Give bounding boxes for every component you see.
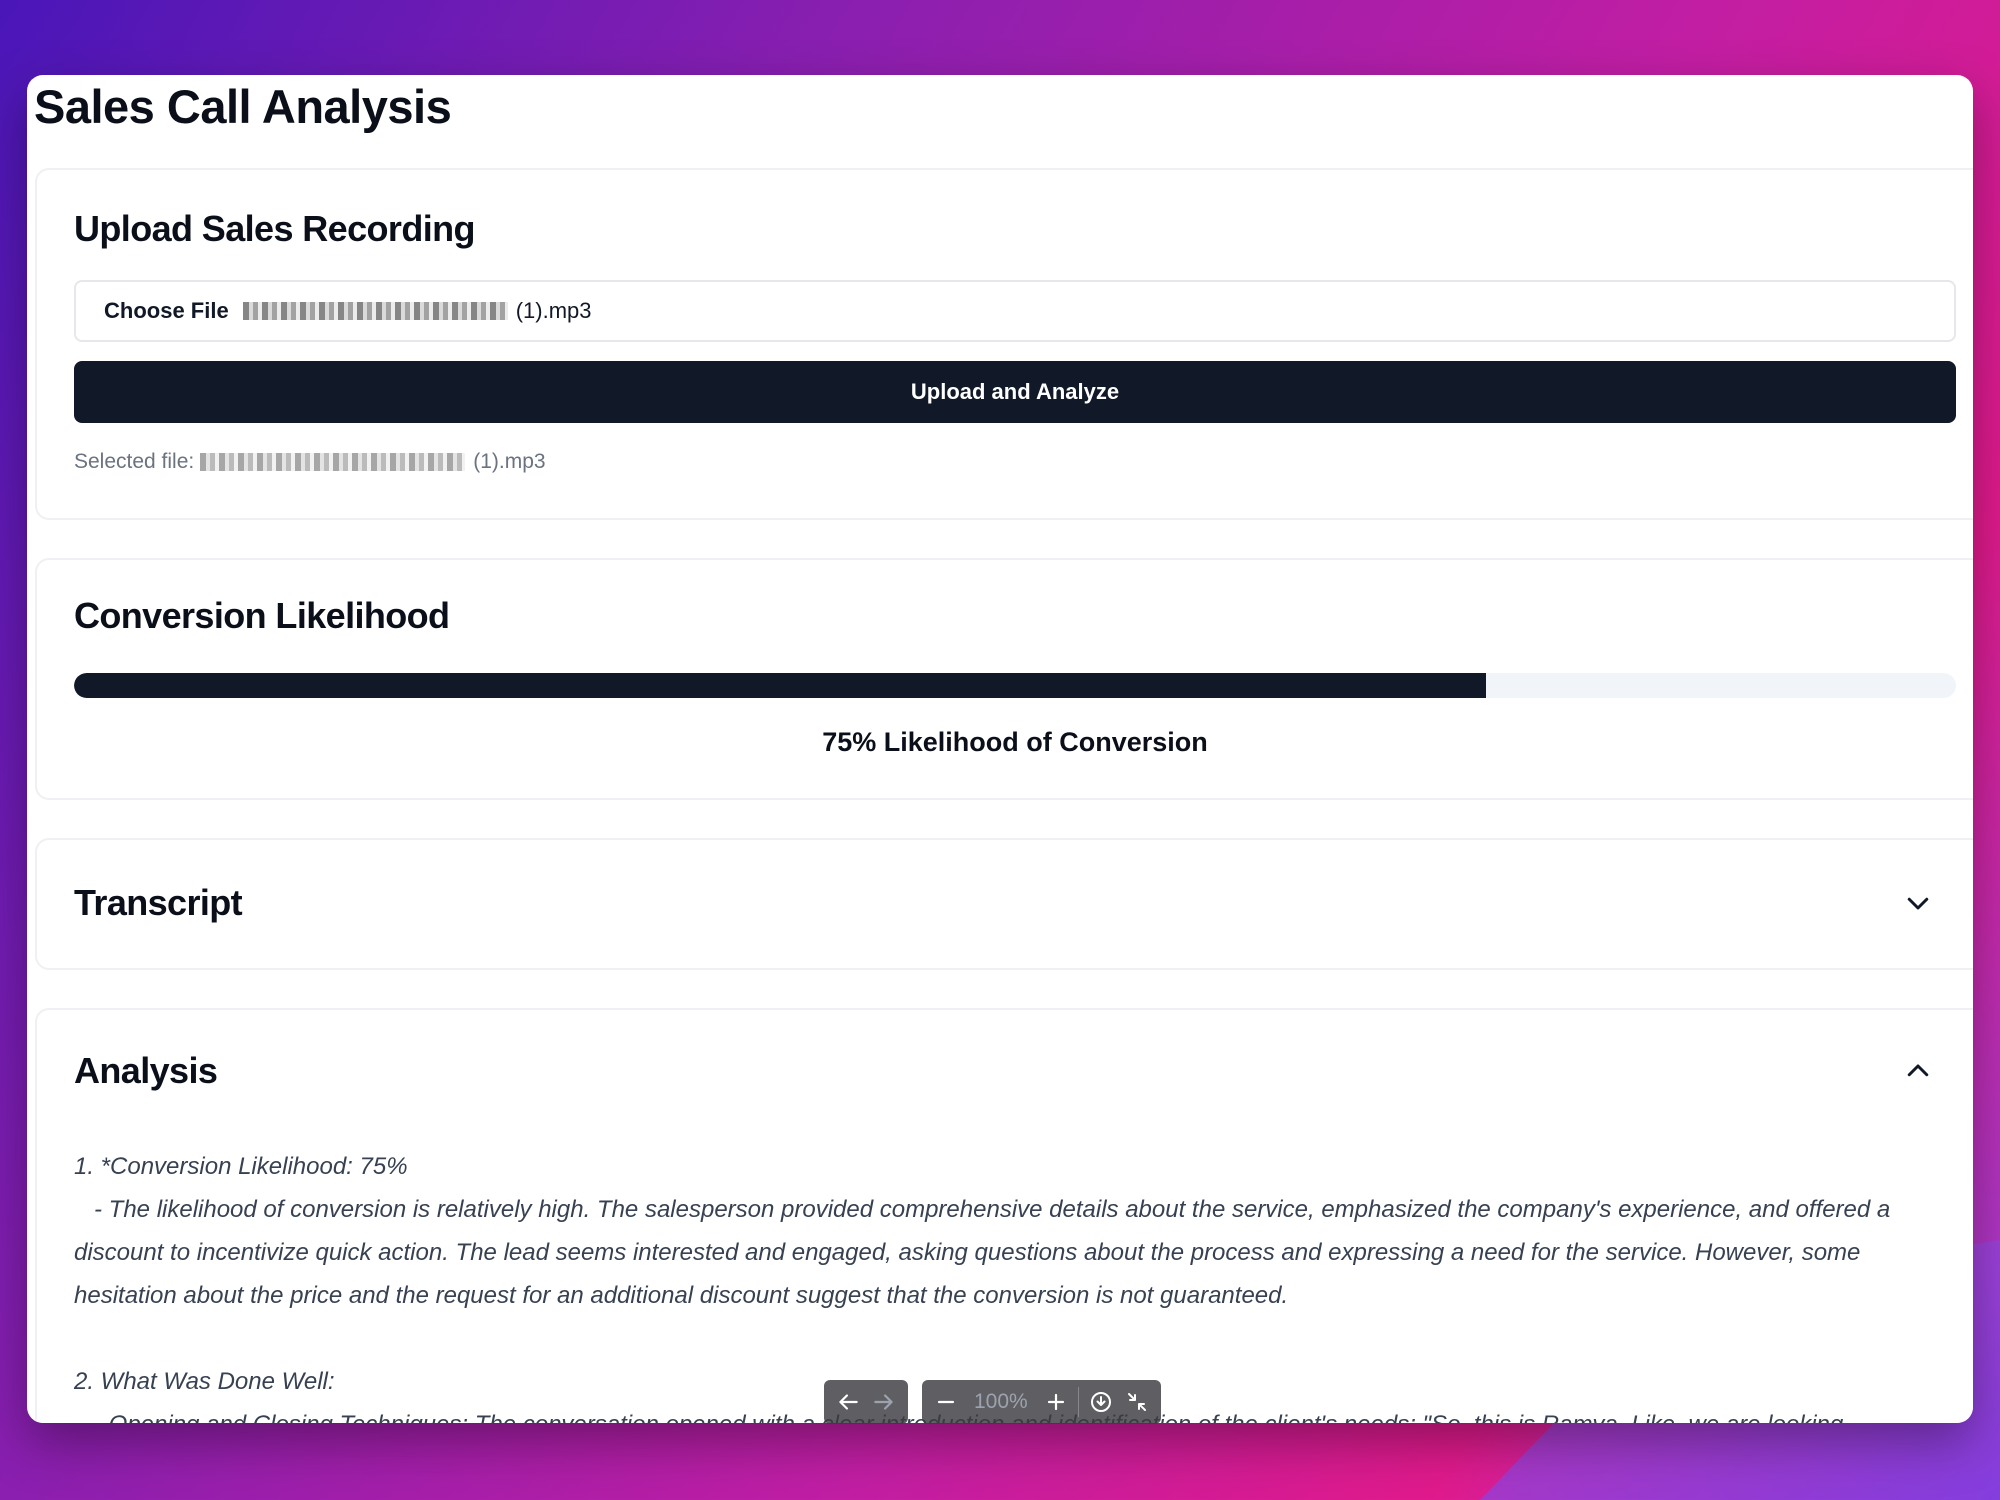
download-icon[interactable] bbox=[1087, 1388, 1115, 1416]
upload-analyze-button[interactable]: Upload and Analyze bbox=[74, 361, 1956, 423]
selected-file-label: Selected file: bbox=[74, 450, 195, 473]
arrow-left-icon[interactable] bbox=[834, 1388, 862, 1416]
image-viewer-toolbar: 100% bbox=[824, 1380, 1161, 1424]
chevron-down-icon[interactable] bbox=[1903, 888, 1933, 918]
file-input[interactable]: Choose File (1).mp3 bbox=[74, 280, 1956, 342]
selected-file-suffix: (1).mp3 bbox=[473, 450, 546, 473]
redacted-filename bbox=[242, 302, 508, 320]
collapse-icon[interactable] bbox=[1123, 1388, 1151, 1416]
analysis-paragraph: 1. *Conversion Likelihood: 75% bbox=[74, 1153, 408, 1180]
transcript-card[interactable]: Transcript bbox=[35, 838, 1973, 970]
arrow-right-icon[interactable] bbox=[870, 1388, 898, 1416]
file-name-suffix: (1).mp3 bbox=[515, 298, 592, 323]
page-title: Sales Call Analysis bbox=[34, 80, 452, 133]
zoom-level: 100% bbox=[974, 1390, 1028, 1413]
analysis-card: Analysis 1. *Conversion Likelihood: 75% … bbox=[35, 1008, 1973, 1423]
zoom-in-icon[interactable] bbox=[1042, 1388, 1070, 1416]
nav-group bbox=[824, 1380, 908, 1424]
app-window: Sales Call Analysis Upload Sales Recordi… bbox=[27, 75, 1973, 1423]
analysis-heading: Analysis bbox=[74, 1050, 218, 1091]
conversion-progress-bar bbox=[74, 673, 1956, 698]
selected-file: Selected file: (1).mp3 bbox=[74, 450, 546, 474]
redacted-filename bbox=[200, 453, 466, 471]
conversion-heading: Conversion Likelihood bbox=[74, 595, 450, 636]
conversion-card: Conversion Likelihood 75% Likelihood of … bbox=[35, 558, 1973, 800]
conversion-progress-fill bbox=[74, 673, 1486, 698]
zoom-group: 100% bbox=[922, 1380, 1161, 1424]
choose-file-button[interactable]: Choose File bbox=[104, 298, 229, 324]
transcript-heading: Transcript bbox=[74, 882, 243, 923]
analysis-paragraph: - The likelihood of conversion is relati… bbox=[74, 1196, 1891, 1309]
upload-card: Upload Sales Recording Choose File (1).m… bbox=[35, 168, 1973, 520]
upload-heading: Upload Sales Recording bbox=[74, 208, 475, 249]
conversion-label: 75% Likelihood of Conversion bbox=[822, 727, 1208, 757]
chevron-up-icon[interactable] bbox=[1903, 1056, 1933, 1086]
zoom-out-icon[interactable] bbox=[932, 1388, 960, 1416]
